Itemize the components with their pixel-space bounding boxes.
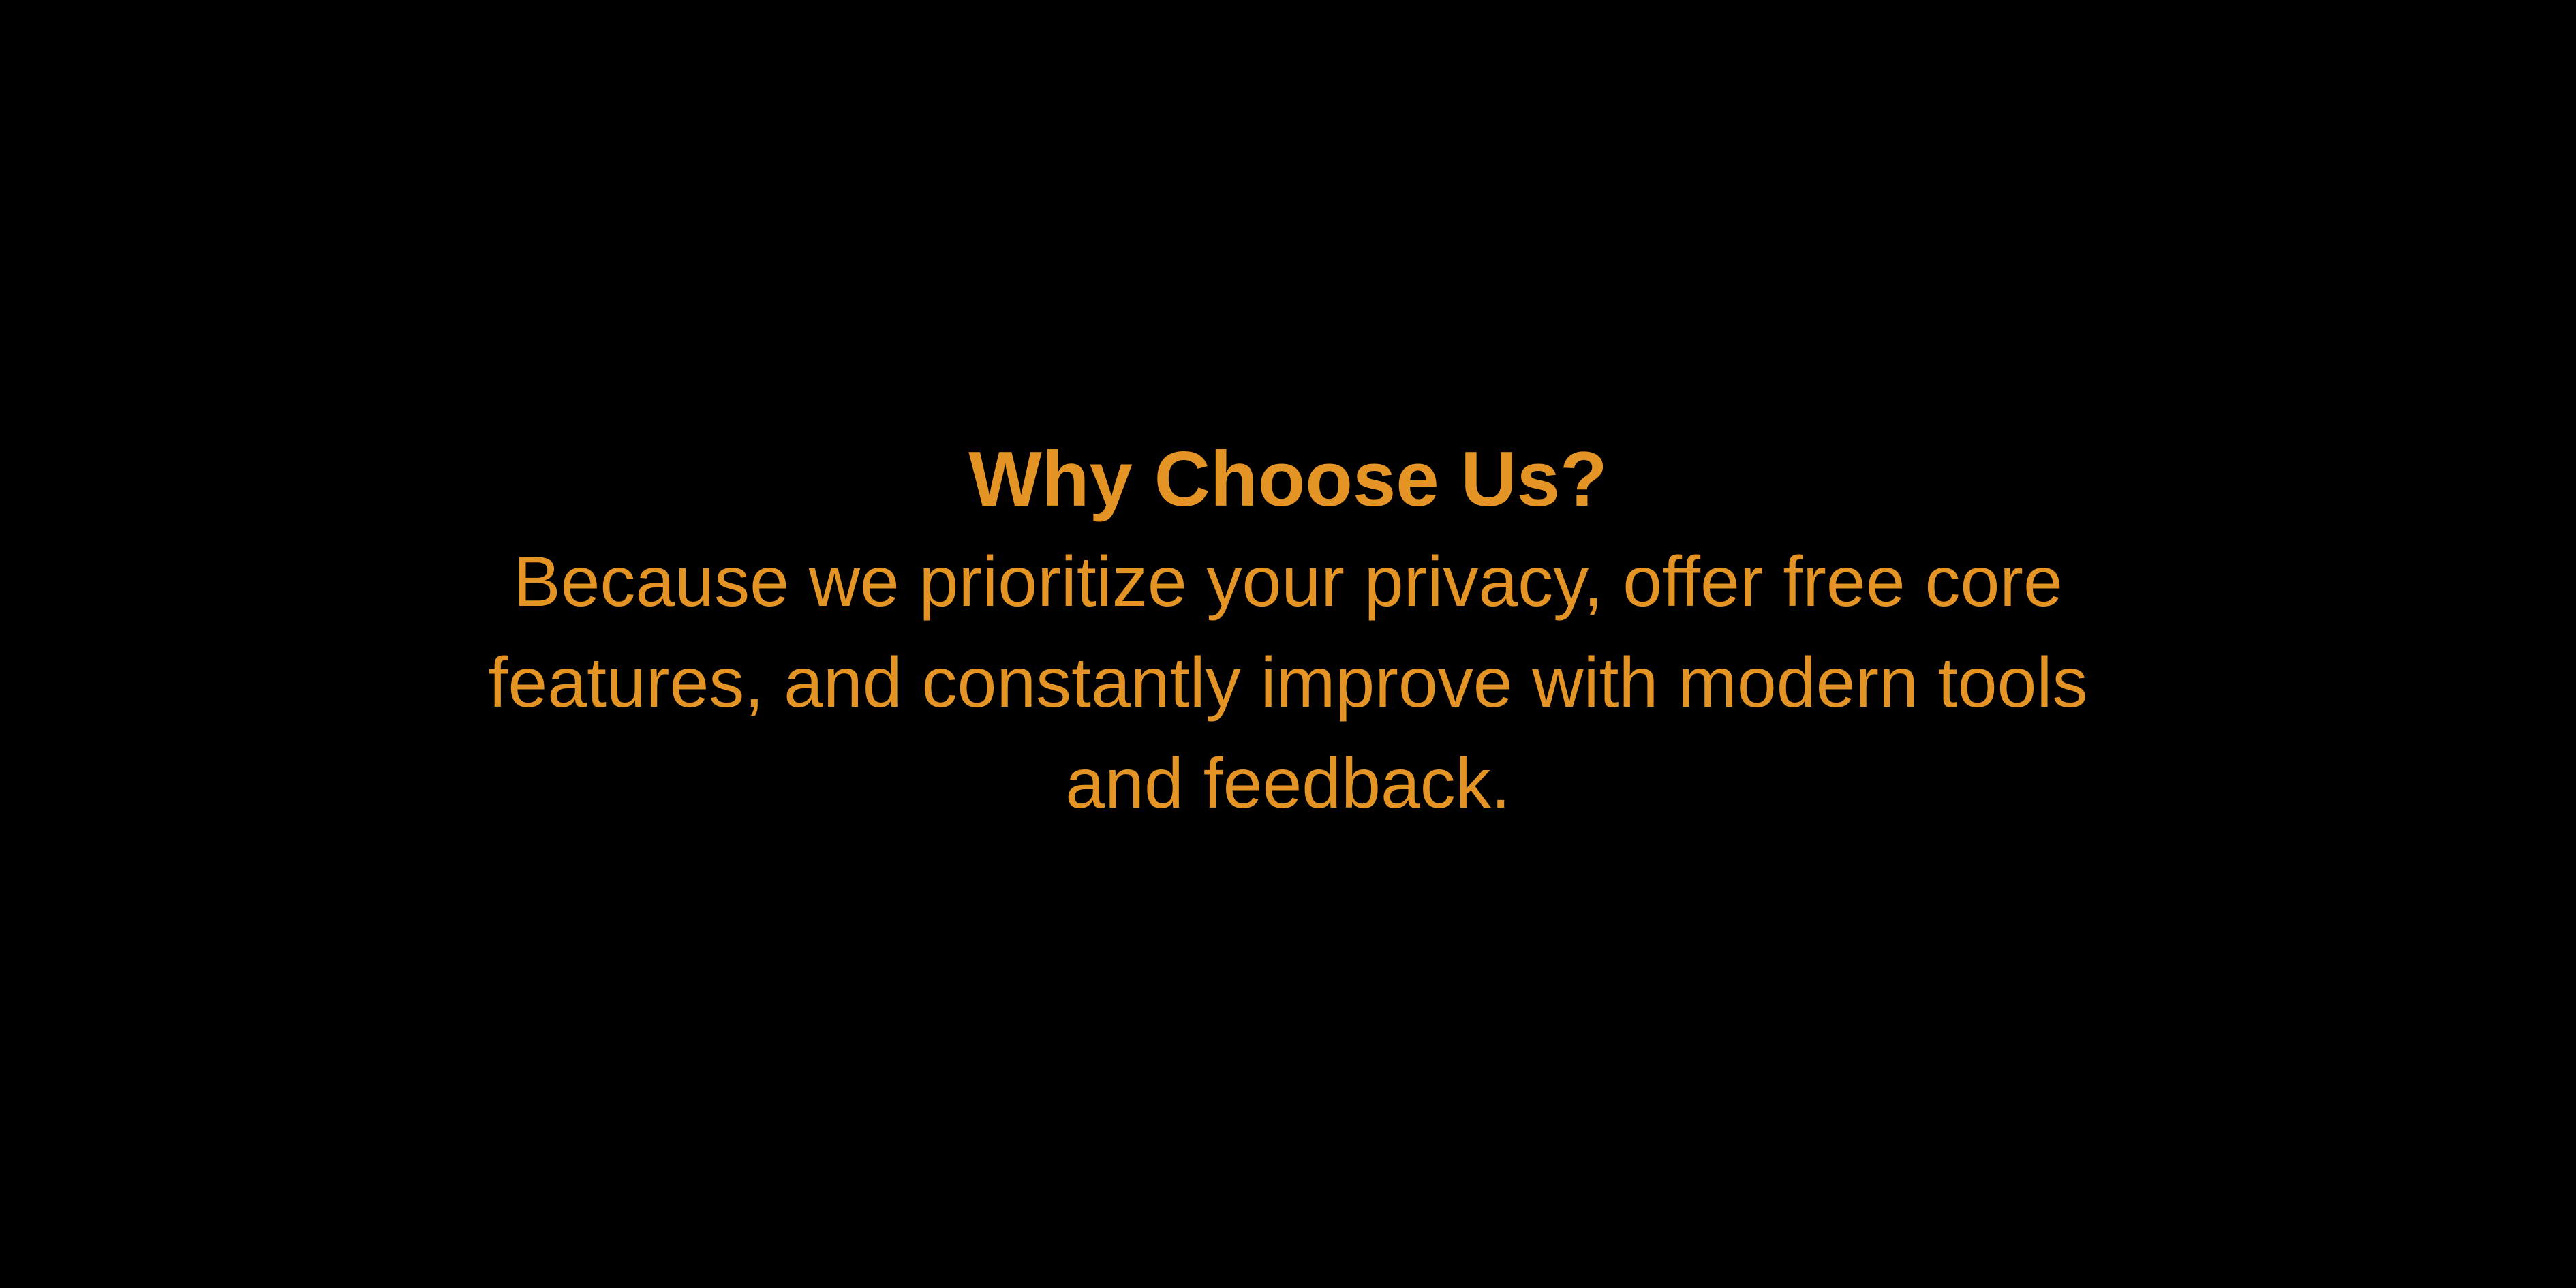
body-line: features, and constantly improve with mo… — [488, 643, 2088, 722]
body-line: and feedback. — [1065, 744, 1511, 823]
body-line: Because we prioritize your privacy, offe… — [513, 542, 2063, 622]
content-block: Why Choose Us? Because we prioritize you… — [0, 433, 2576, 834]
slide-canvas: Why Choose Us? Because we prioritize you… — [0, 0, 2576, 1288]
body-paragraph: Because we prioritize your privacy, offe… — [489, 532, 2088, 834]
page-title: Why Choose Us? — [968, 436, 1608, 523]
